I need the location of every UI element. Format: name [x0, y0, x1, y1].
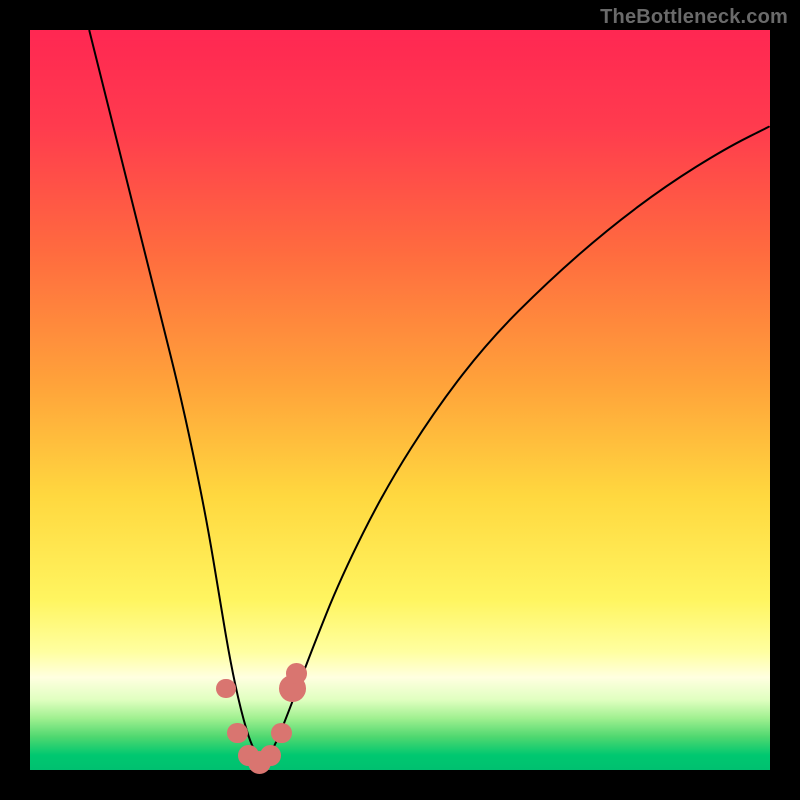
curve-layer	[30, 30, 770, 770]
curve-marker	[227, 723, 248, 744]
plot-area	[30, 30, 770, 770]
bottleneck-curve	[89, 30, 770, 759]
curve-marker	[286, 663, 307, 684]
curve-marker	[260, 745, 281, 766]
bottleneck-chart: TheBottleneck.com	[0, 0, 800, 800]
watermark-text: TheBottleneck.com	[600, 6, 788, 29]
curve-marker	[216, 679, 235, 698]
curve-marker	[271, 723, 292, 744]
